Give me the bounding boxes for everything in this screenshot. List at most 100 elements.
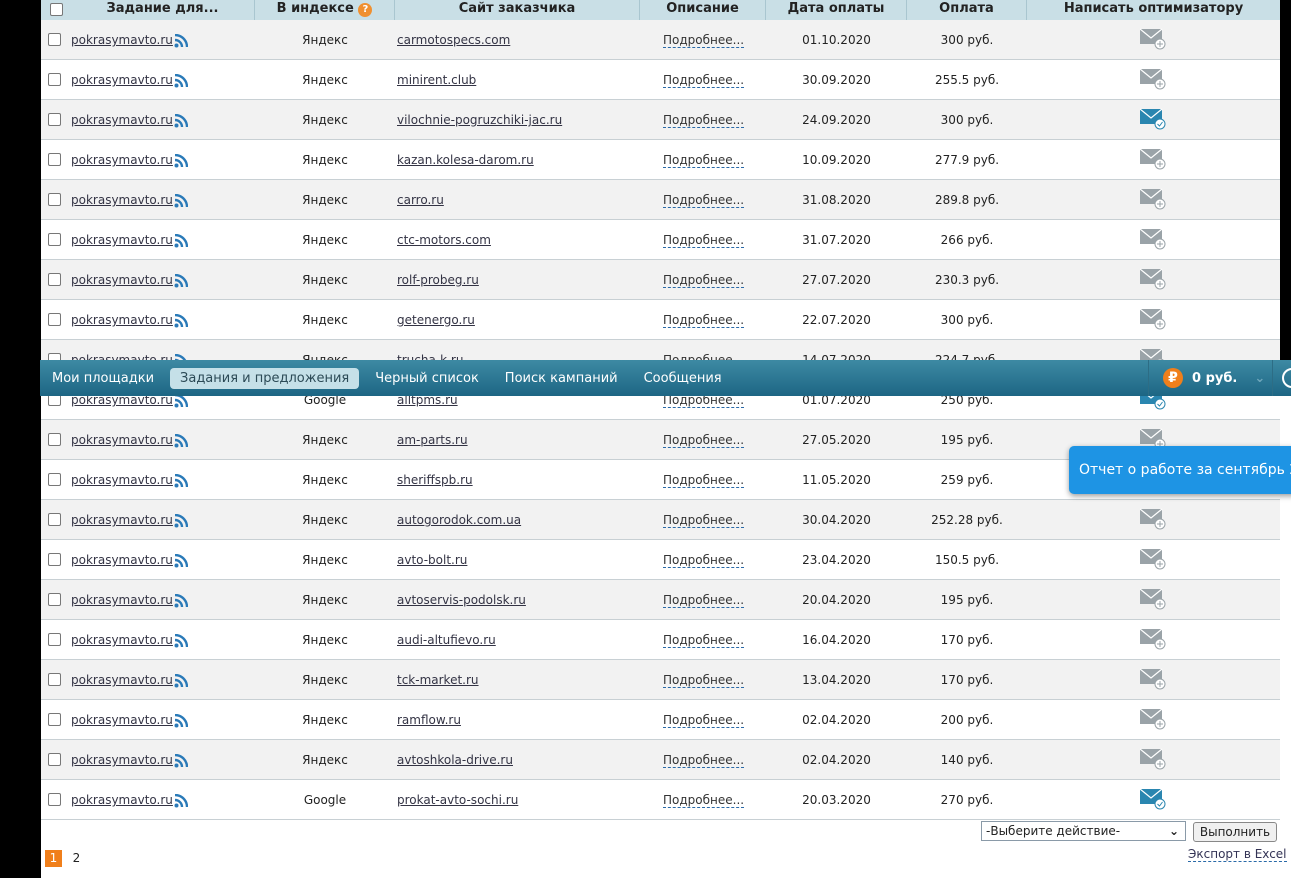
details-link[interactable]: Подробнее...: [663, 313, 745, 328]
rss-icon[interactable]: [174, 633, 189, 651]
task-link[interactable]: pokrasymavto.ru: [71, 33, 173, 47]
row-checkbox[interactable]: [48, 513, 61, 526]
rss-icon[interactable]: [174, 313, 189, 331]
rss-icon[interactable]: [174, 233, 189, 251]
site-link[interactable]: vilochnie-pogruzchiki-jac.ru: [397, 113, 562, 127]
envelope-add-icon[interactable]: [1139, 228, 1166, 250]
site-link[interactable]: carmotospecs.com: [397, 33, 510, 47]
rss-icon[interactable]: [174, 553, 189, 571]
details-link[interactable]: Подробнее...: [663, 753, 745, 768]
rss-icon[interactable]: [174, 433, 189, 451]
envelope-add-icon[interactable]: [1139, 68, 1166, 90]
row-checkbox[interactable]: [48, 553, 61, 566]
page-2[interactable]: 2: [68, 850, 85, 867]
task-link[interactable]: pokrasymavto.ru: [71, 753, 173, 767]
task-link[interactable]: pokrasymavto.ru: [71, 713, 173, 727]
chevron-down-icon[interactable]: ⌄: [1254, 371, 1265, 386]
task-link[interactable]: pokrasymavto.ru: [71, 153, 173, 167]
envelope-add-icon[interactable]: [1139, 268, 1166, 290]
envelope-add-icon[interactable]: [1139, 148, 1166, 170]
site-link[interactable]: sheriffspb.ru: [397, 473, 473, 487]
notification-toast[interactable]: Отчет о работе за сентябрь 2020: [1069, 446, 1291, 494]
details-link[interactable]: Подробнее...: [663, 473, 745, 488]
details-link[interactable]: Подробнее...: [663, 553, 745, 568]
rss-icon[interactable]: [174, 153, 189, 171]
details-link[interactable]: Подробнее...: [663, 33, 745, 48]
row-checkbox[interactable]: [48, 473, 61, 486]
nav-item[interactable]: Мои площадки: [42, 368, 164, 389]
row-checkbox[interactable]: [48, 433, 61, 446]
rss-icon[interactable]: [174, 33, 189, 51]
envelope-add-icon[interactable]: [1139, 28, 1166, 50]
nav-item[interactable]: Сообщения: [634, 368, 732, 389]
details-link[interactable]: Подробнее...: [663, 593, 745, 608]
site-link[interactable]: avto-bolt.ru: [397, 553, 467, 567]
row-checkbox[interactable]: [48, 153, 61, 166]
task-link[interactable]: pokrasymavto.ru: [71, 73, 173, 87]
task-link[interactable]: pokrasymavto.ru: [71, 633, 173, 647]
task-link[interactable]: pokrasymavto.ru: [71, 113, 173, 127]
envelope-add-icon[interactable]: [1139, 588, 1166, 610]
details-link[interactable]: Подробнее...: [663, 433, 745, 448]
rss-icon[interactable]: [174, 193, 189, 211]
site-link[interactable]: am-parts.ru: [397, 433, 468, 447]
row-checkbox[interactable]: [48, 673, 61, 686]
task-link[interactable]: pokrasymavto.ru: [71, 673, 173, 687]
details-link[interactable]: Подробнее...: [663, 513, 745, 528]
rss-icon[interactable]: [174, 713, 189, 731]
task-link[interactable]: pokrasymavto.ru: [71, 433, 173, 447]
details-link[interactable]: Подробнее...: [663, 73, 745, 88]
nav-item[interactable]: Черный список: [365, 368, 489, 389]
site-link[interactable]: prokat-avto-sochi.ru: [397, 793, 518, 807]
row-checkbox[interactable]: [48, 753, 61, 766]
row-checkbox[interactable]: [48, 633, 61, 646]
envelope-add-icon[interactable]: [1139, 188, 1166, 210]
site-link[interactable]: carro.ru: [397, 193, 444, 207]
envelope-sent-icon[interactable]: [1139, 108, 1166, 130]
user-icon[interactable]: [1282, 368, 1291, 388]
task-link[interactable]: pokrasymavto.ru: [71, 273, 173, 287]
rss-icon[interactable]: [174, 73, 189, 91]
task-link[interactable]: pokrasymavto.ru: [71, 193, 173, 207]
details-link[interactable]: Подробнее...: [663, 113, 745, 128]
site-link[interactable]: rolf-probeg.ru: [397, 273, 479, 287]
row-checkbox[interactable]: [48, 713, 61, 726]
envelope-add-icon[interactable]: [1139, 548, 1166, 570]
details-link[interactable]: Подробнее...: [663, 713, 745, 728]
row-checkbox[interactable]: [48, 313, 61, 326]
row-checkbox[interactable]: [48, 73, 61, 86]
col-site[interactable]: Сайт заказчика: [395, 0, 640, 20]
rss-icon[interactable]: [174, 673, 189, 691]
task-link[interactable]: pokrasymavto.ru: [71, 553, 173, 567]
site-link[interactable]: autogorodok.com.ua: [397, 513, 521, 527]
row-checkbox[interactable]: [48, 113, 61, 126]
rss-icon[interactable]: [174, 393, 189, 411]
envelope-add-icon[interactable]: [1139, 308, 1166, 330]
nav-item[interactable]: Задания и предложения: [170, 367, 360, 389]
task-link[interactable]: pokrasymavto.ru: [71, 473, 173, 487]
export-excel-link[interactable]: Экспорт в Excel: [1188, 848, 1287, 862]
envelope-add-icon[interactable]: [1139, 628, 1166, 650]
col-task[interactable]: Задание для...: [71, 0, 255, 20]
row-checkbox[interactable]: [48, 233, 61, 246]
site-link[interactable]: getenergo.ru: [397, 313, 475, 327]
envelope-add-icon[interactable]: [1139, 508, 1166, 530]
details-link[interactable]: Подробнее...: [663, 153, 745, 168]
site-link[interactable]: kazan.kolesa-darom.ru: [397, 153, 534, 167]
rss-icon[interactable]: [174, 273, 189, 291]
row-checkbox[interactable]: [48, 273, 61, 286]
site-link[interactable]: ctc-motors.com: [397, 233, 491, 247]
rss-icon[interactable]: [174, 753, 189, 771]
envelope-add-icon[interactable]: [1139, 708, 1166, 730]
balance[interactable]: ₽ 0 руб. ⌄: [1148, 360, 1273, 396]
task-link[interactable]: pokrasymavto.ru: [71, 313, 173, 327]
task-link[interactable]: pokrasymavto.ru: [71, 593, 173, 607]
row-checkbox[interactable]: [48, 593, 61, 606]
col-pay[interactable]: Оплата: [907, 0, 1027, 20]
action-select[interactable]: -Выберите действие- ⌄: [981, 821, 1186, 841]
rss-icon[interactable]: [174, 793, 189, 811]
rss-icon[interactable]: [174, 593, 189, 611]
rss-icon[interactable]: [174, 473, 189, 491]
nav-item[interactable]: Поиск кампаний: [495, 368, 628, 389]
details-link[interactable]: Подробнее...: [663, 233, 745, 248]
